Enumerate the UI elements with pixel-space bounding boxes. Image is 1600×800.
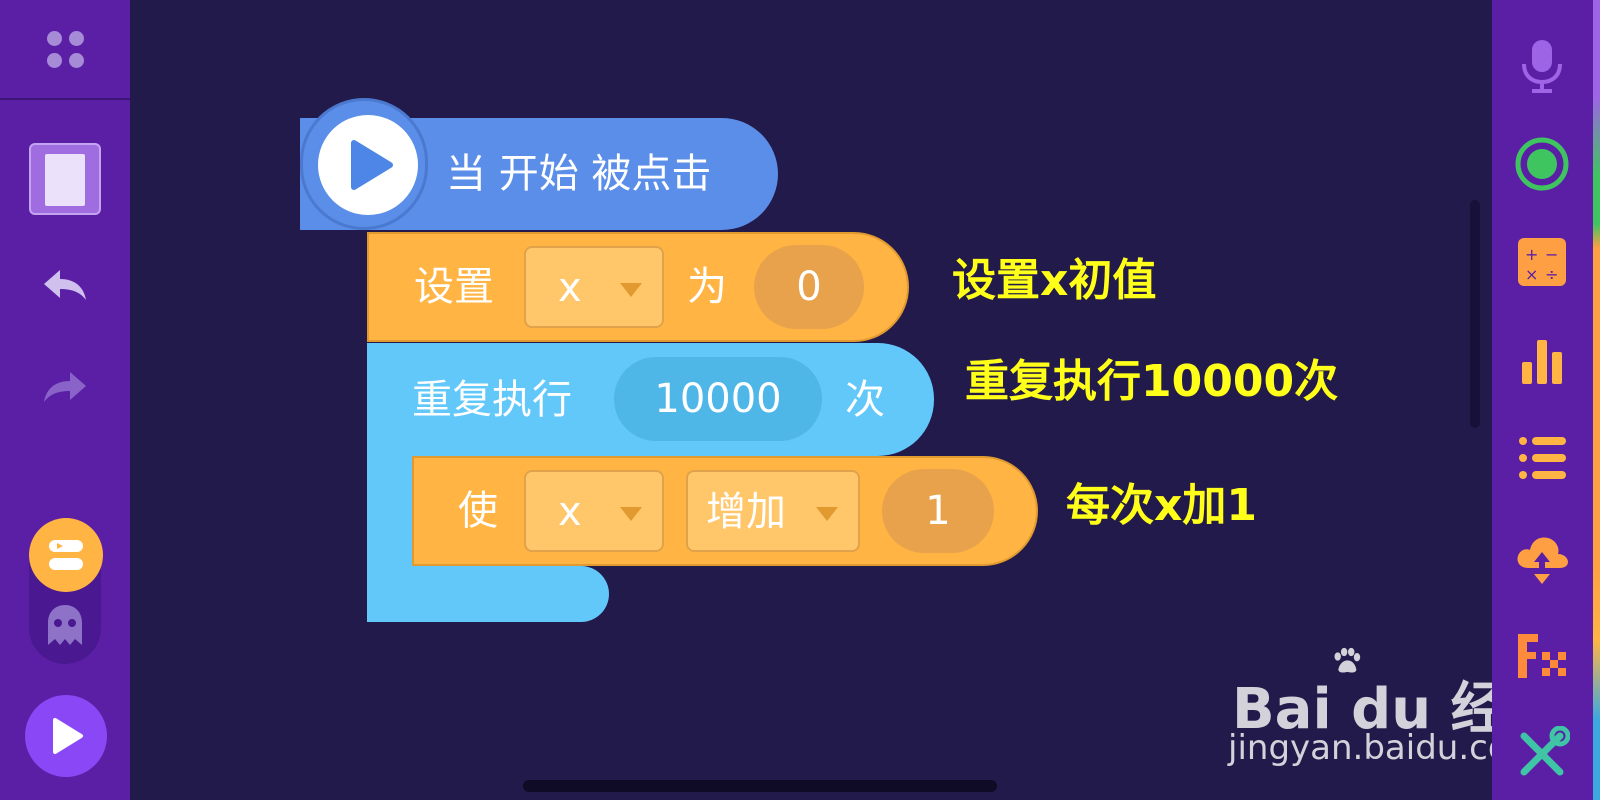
calculator-icon[interactable]: + − × ÷	[1514, 234, 1570, 290]
repeat-label: 重复执行	[412, 377, 572, 423]
left-toolbar	[0, 0, 130, 800]
variable-name: x	[558, 265, 582, 311]
category-color-strip	[1593, 0, 1600, 800]
cloud-upload-icon[interactable]	[1514, 530, 1570, 586]
redo-icon[interactable]	[40, 368, 90, 408]
svg-text:−: −	[1545, 245, 1558, 264]
ghost-sprite-icon[interactable]	[44, 603, 86, 647]
tools-icon[interactable]	[1514, 726, 1570, 782]
sprite-icon[interactable]	[29, 518, 103, 592]
change-value-input[interactable]: 1	[882, 469, 994, 553]
variable-dropdown[interactable]: x	[524, 246, 664, 328]
set-variable-block[interactable]: 设置 x 为 0	[367, 232, 909, 342]
set-to-label: 为	[687, 264, 727, 310]
left-toolbar-header	[0, 0, 130, 100]
chevron-down-icon	[620, 283, 642, 297]
change-variable-block[interactable]: 使 x 增加 1	[412, 456, 1038, 566]
change-variable-name: x	[558, 489, 582, 535]
change-label: 使	[458, 488, 498, 534]
grid-icon[interactable]	[47, 31, 85, 69]
change-variable-dropdown[interactable]: x	[524, 470, 664, 552]
repeat-block-arm	[367, 450, 413, 575]
svg-text:+: +	[1525, 245, 1538, 264]
annotation-set: 设置x初值	[952, 255, 1157, 306]
record-icon[interactable]	[1514, 136, 1570, 192]
operation-dropdown[interactable]: 增加	[686, 470, 860, 552]
play-icon	[53, 718, 83, 754]
chevron-down-icon	[620, 507, 642, 521]
microphone-icon[interactable]	[1514, 38, 1570, 94]
start-flag-icon	[318, 115, 418, 215]
set-label: 设置	[414, 264, 494, 310]
home-indicator[interactable]	[523, 780, 997, 792]
change-value: 1	[925, 488, 951, 534]
annotation-change: 每次x加1	[1066, 480, 1257, 531]
stage-thumbnail[interactable]	[29, 143, 101, 215]
vertical-scrollbar[interactable]	[1470, 200, 1480, 428]
bar-chart-icon[interactable]	[1514, 332, 1570, 388]
hat-block-label: 当 开始 被点击	[446, 151, 712, 197]
chevron-down-icon	[816, 507, 838, 521]
svg-text:×: ×	[1525, 265, 1538, 284]
right-toolbar: + − × ÷	[1492, 0, 1600, 800]
operation-name: 增加	[706, 489, 786, 535]
stage-preview	[45, 154, 85, 206]
repeat-count-input[interactable]: 10000	[614, 357, 822, 441]
repeat-block-bottom	[367, 566, 609, 622]
annotation-repeat: 重复执行10000次	[965, 356, 1339, 407]
set-value-input[interactable]: 0	[754, 245, 864, 329]
svg-text:÷: ÷	[1545, 265, 1558, 284]
undo-icon[interactable]	[40, 266, 90, 306]
set-value: 0	[796, 264, 822, 310]
repeat-suffix: 次	[845, 377, 885, 423]
effects-icon[interactable]	[1514, 628, 1570, 684]
list-icon[interactable]	[1514, 430, 1570, 486]
repeat-block[interactable]: 重复执行 10000 次	[367, 343, 934, 456]
repeat-count: 10000	[654, 376, 782, 422]
run-button[interactable]	[25, 695, 107, 777]
